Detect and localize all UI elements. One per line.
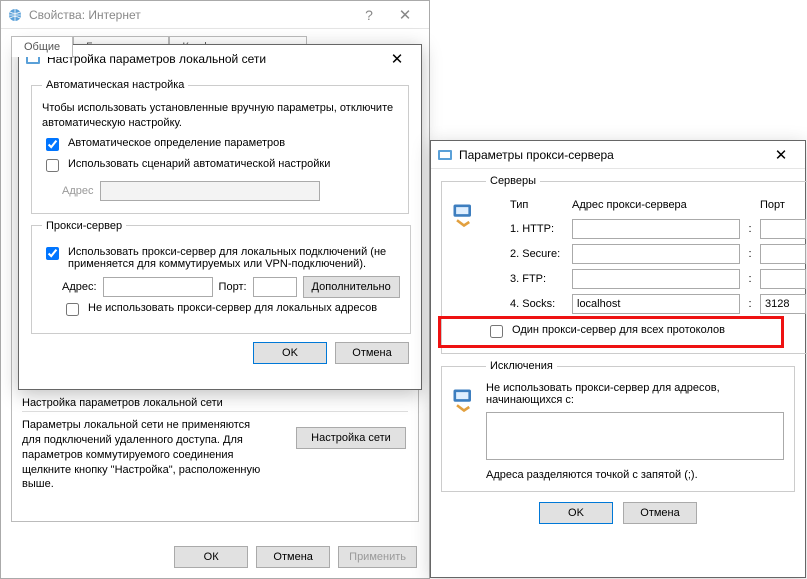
inet-cancel-button[interactable]: Отмена — [256, 546, 330, 568]
inet-icon — [7, 7, 23, 23]
adv-titlebar: Параметры прокси-сервера ✕ — [431, 141, 805, 169]
lan-section-title: Настройка параметров локальной сети — [22, 397, 408, 409]
use-proxy-checkbox[interactable] — [46, 247, 59, 260]
server-row-http: 1. HTTP: : — [486, 219, 806, 239]
socks-port-input[interactable] — [760, 294, 806, 314]
servers-legend: Серверы — [486, 175, 540, 187]
proxy-advanced-button[interactable]: Дополнительно — [303, 276, 400, 298]
proxy-address-label: Адрес: — [62, 281, 97, 293]
proxy-legend: Прокси-сервер — [42, 220, 126, 232]
exceptions-label: Не использовать прокси-сервер для адресо… — [486, 382, 784, 406]
lan-titlebar: Настройка параметров локальной сети ✕ — [19, 45, 421, 73]
inet-help-button[interactable]: ? — [351, 3, 387, 27]
col-port: Порт — [760, 199, 806, 211]
auto-config-legend: Автоматическая настройка — [42, 79, 188, 91]
auto-detect-row: Автоматическое определение параметров — [42, 137, 398, 154]
exceptions-icon — [450, 386, 478, 417]
script-address-input — [100, 181, 320, 201]
adv-cancel-button[interactable]: Отмена — [623, 502, 697, 524]
lan-section-desc: Параметры локальной сети не применяются … — [22, 418, 262, 492]
server-row-socks: 4. Socks: : — [486, 294, 806, 314]
auto-config-note: Чтобы использовать установленные вручную… — [42, 101, 398, 131]
inet-ok-button[interactable]: ОК — [174, 546, 248, 568]
proxy-advanced-dialog: Параметры прокси-сервера ✕ Серверы Тип А… — [430, 140, 806, 578]
ftp-address-input[interactable] — [572, 269, 740, 289]
same-proxy-label: Один прокси-сервер для всех протоколов — [512, 324, 725, 336]
lan-title: Настройка параметров локальной сети — [47, 52, 379, 66]
lan-settings-button[interactable]: Настройка сети — [296, 427, 406, 449]
bypass-local-label: Не использовать прокси-сервер для локаль… — [88, 302, 377, 314]
lan-settings-dialog: Настройка параметров локальной сети ✕ Ав… — [18, 44, 422, 390]
servers-icon — [450, 201, 478, 232]
use-proxy-row: Использовать прокси-сервер для локальных… — [42, 246, 400, 270]
auto-config-group: Автоматическая настройка Чтобы использов… — [31, 79, 409, 214]
adv-dialog-buttons: OK Отмена — [431, 502, 805, 524]
proxy-port-input[interactable] — [253, 277, 297, 297]
adv-close-button[interactable]: ✕ — [763, 143, 799, 167]
inet-title: Свойства: Интернет — [29, 8, 351, 22]
server-row-secure: 2. Secure: : — [486, 244, 806, 264]
use-proxy-label: Использовать прокси-сервер для локальных… — [68, 246, 400, 270]
inet-apply-button[interactable]: Применить — [338, 546, 417, 568]
bypass-local-row: Не использовать прокси-сервер для локаль… — [62, 302, 400, 319]
adv-icon — [437, 147, 453, 163]
script-address-label: Адрес — [62, 185, 94, 197]
tab-general[interactable]: Общие — [11, 36, 73, 57]
lan-close-button[interactable]: ✕ — [379, 47, 415, 71]
exceptions-group: Исключения Не использовать прокси-сервер… — [441, 360, 795, 492]
inet-close-button[interactable]: ✕ — [387, 3, 423, 27]
exceptions-legend: Исключения — [486, 360, 557, 372]
auto-detect-checkbox[interactable] — [46, 138, 59, 151]
secure-address-input[interactable] — [572, 244, 740, 264]
auto-detect-label: Автоматическое определение параметров — [68, 137, 285, 149]
proxy-group: Прокси-сервер Использовать прокси-сервер… — [31, 220, 411, 334]
exceptions-hint: Адреса разделяются точкой с запятой (;). — [486, 469, 784, 481]
secure-port-input[interactable] — [760, 244, 806, 264]
same-proxy-row: Один прокси-сервер для всех протоколов — [486, 324, 806, 341]
same-proxy-checkbox[interactable] — [490, 325, 503, 338]
adv-ok-button[interactable]: OK — [539, 502, 613, 524]
proxy-address-input[interactable] — [103, 277, 213, 297]
servers-group: Серверы Тип Адрес прокси-сервера Порт 1.… — [441, 175, 807, 354]
ftp-port-input[interactable] — [760, 269, 806, 289]
http-address-input[interactable] — [572, 219, 740, 239]
col-type: Тип — [510, 199, 566, 211]
lan-dialog-buttons: OK Отмена — [19, 342, 409, 364]
col-addr: Адрес прокси-сервера — [572, 199, 740, 211]
lan-cancel-button[interactable]: Отмена — [335, 342, 409, 364]
use-script-label: Использовать сценарий автоматической нас… — [68, 158, 330, 170]
inet-titlebar: Свойства: Интернет ? ✕ — [1, 1, 429, 29]
inet-footer: ОК Отмена Применить — [174, 546, 417, 568]
lan-ok-button[interactable]: OK — [253, 342, 327, 364]
adv-title: Параметры прокси-сервера — [459, 148, 763, 162]
row-label-ftp: 3. FTP: — [510, 273, 566, 285]
row-label-http: 1. HTTP: — [510, 223, 566, 235]
proxy-port-label: Порт: — [219, 281, 247, 293]
row-label-socks: 4. Socks: — [510, 298, 566, 310]
use-script-checkbox[interactable] — [46, 159, 59, 172]
exceptions-textarea[interactable] — [486, 412, 784, 460]
http-port-input[interactable] — [760, 219, 806, 239]
bypass-local-checkbox[interactable] — [66, 303, 79, 316]
server-row-ftp: 3. FTP: : — [486, 269, 806, 289]
socks-address-input[interactable] — [572, 294, 740, 314]
use-script-row: Использовать сценарий автоматической нас… — [42, 158, 398, 175]
servers-header-row: Тип Адрес прокси-сервера Порт — [486, 199, 806, 211]
row-label-secure: 2. Secure: — [510, 248, 566, 260]
